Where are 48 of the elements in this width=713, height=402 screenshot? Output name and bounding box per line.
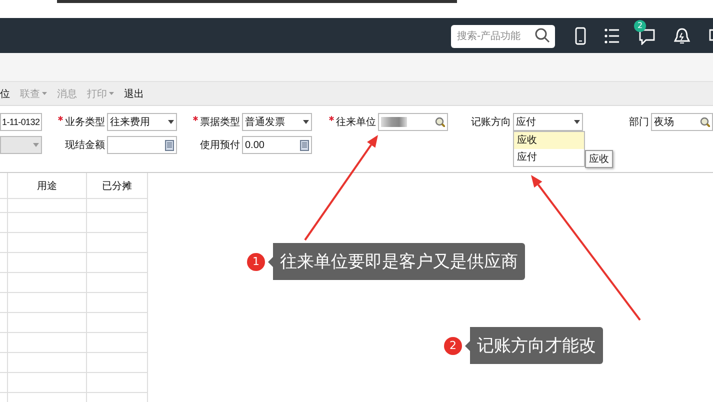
field-label: 记账方向	[471, 116, 511, 129]
amount-field[interactable]: 0.00	[242, 136, 312, 154]
field-label: 现结金额	[65, 138, 105, 152]
table-cell	[87, 353, 148, 373]
dropdown-option[interactable]: 应收	[514, 132, 584, 149]
lookup-field[interactable]	[378, 113, 448, 131]
calculator-icon[interactable]	[165, 140, 174, 150]
field-label: 业务类型	[65, 116, 105, 129]
search-icon[interactable]	[700, 117, 710, 127]
field-label: 往来单位	[336, 116, 376, 129]
table-cell	[87, 313, 148, 333]
text-field[interactable]: 1-11-0132	[0, 113, 42, 131]
tooltip: 应收	[585, 150, 613, 168]
callout-note: 往来单位要即是客户又是供应商	[268, 243, 525, 280]
field-label: 使用预付	[200, 139, 240, 152]
table-cell	[87, 293, 148, 313]
callout-note: 记账方向才能改	[465, 327, 603, 364]
search-field[interactable]: 搜索-产品功能	[451, 25, 555, 48]
table-cell	[87, 373, 148, 393]
table-cell	[87, 233, 148, 253]
toolbar-button[interactable]: 退出	[124, 86, 144, 100]
caret-icon[interactable]	[574, 120, 580, 124]
search-icon[interactable]	[535, 28, 550, 43]
field-label: 部门	[629, 116, 649, 129]
column-header: 已分摊	[87, 173, 148, 199]
column-header: 用途	[8, 173, 87, 199]
table-cell	[87, 213, 148, 233]
caret-icon[interactable]	[303, 120, 309, 124]
amount-field[interactable]	[107, 136, 177, 154]
lookup-field[interactable]: 夜场	[651, 113, 713, 131]
number-badge: 2	[444, 336, 462, 354]
table-cell	[87, 333, 148, 353]
dropdown-field[interactable]: 普通发票	[242, 113, 312, 131]
notification-badge: 2	[634, 20, 646, 32]
chat-icon[interactable]	[638, 26, 656, 44]
number-badge: 1	[247, 252, 265, 270]
table-cell	[87, 273, 148, 293]
dropdown-field[interactable]: 往来费用	[107, 113, 177, 131]
table-cell	[87, 253, 148, 273]
list-icon[interactable]	[604, 26, 620, 44]
phone-icon[interactable]	[575, 26, 586, 44]
field-label: 票据类型	[200, 116, 240, 129]
search-icon[interactable]	[435, 117, 445, 127]
dropdown-option[interactable]: 应付	[514, 149, 584, 166]
toolbar-button[interactable]: 位	[0, 86, 10, 100]
caret-icon[interactable]	[168, 120, 174, 124]
bell-icon[interactable]	[674, 26, 690, 44]
calculator-icon[interactable]	[300, 140, 309, 150]
